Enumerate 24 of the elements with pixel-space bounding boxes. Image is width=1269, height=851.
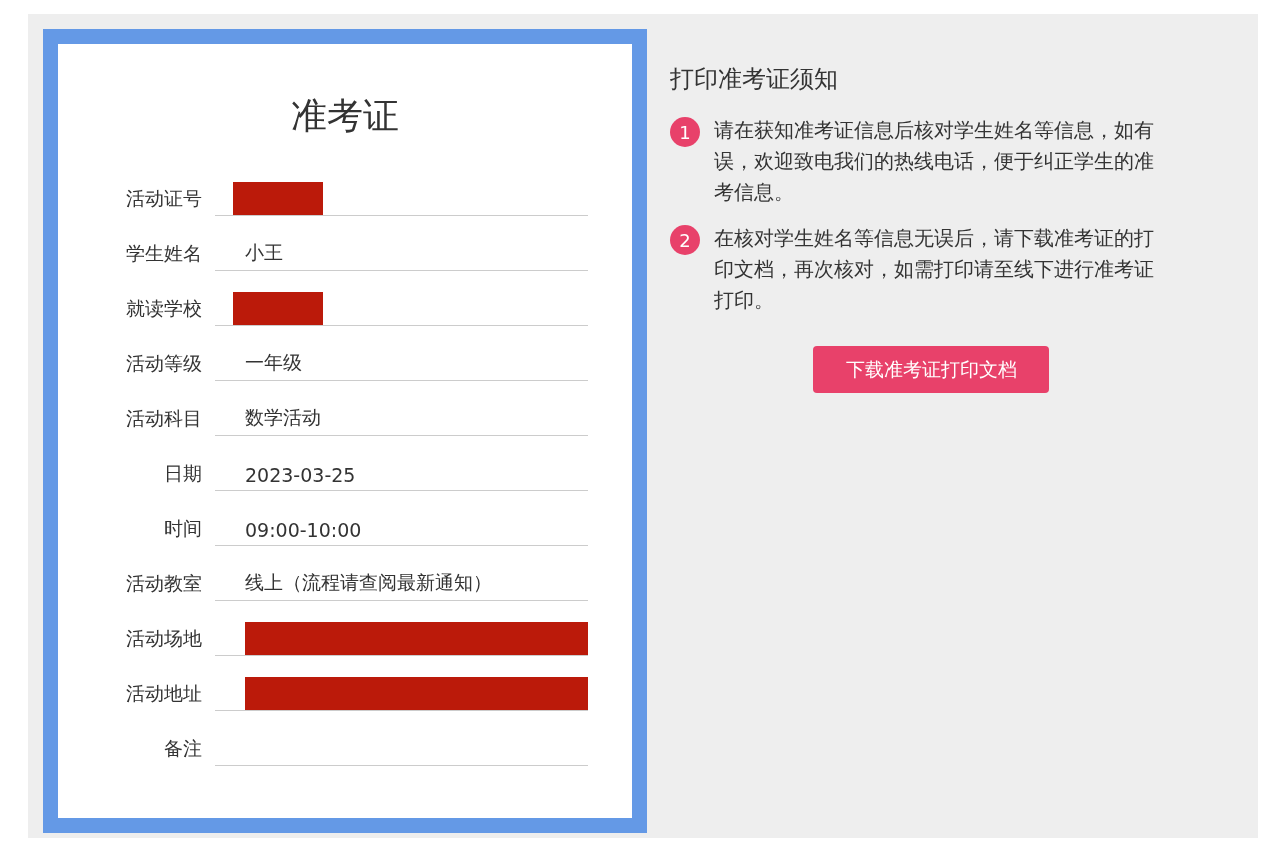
field-value: 09:00-10:00: [245, 519, 362, 543]
number-badge: 2: [670, 225, 700, 255]
field-label: 就读学校: [125, 296, 202, 321]
card-title: 准考证: [290, 94, 400, 138]
field-label: 活动证号: [125, 186, 202, 211]
field-label: 备注: [163, 736, 202, 761]
field-value: 线上（流程请查阅最新通知）: [245, 570, 492, 595]
field-label: 活动场地: [125, 626, 202, 651]
field-value: 2023-03-25: [245, 464, 356, 488]
field-label: 学生姓名: [125, 241, 202, 266]
field-label: 时间: [163, 516, 202, 541]
field-label: 活动地址: [125, 681, 202, 706]
download-button[interactable]: 下载准考证打印文档: [813, 346, 1049, 393]
field-label: 活动科目: [125, 406, 202, 431]
field-label: 活动教室: [125, 571, 202, 596]
notice-text: 在核对学生姓名等信息无误后，请下载准考证的打印文档，再次核对，如需打印请至线下进行准考证打印。: [714, 225, 1155, 314]
field-value: 小王: [245, 240, 283, 265]
field-value: 一年级: [245, 350, 302, 375]
number-badge: 1: [670, 117, 700, 147]
notice-title: 打印准考证须知: [670, 64, 839, 95]
field-label: 活动等级: [125, 351, 202, 376]
field-label: 日期: [163, 461, 202, 486]
field-value: 数学活动: [245, 405, 321, 430]
notice-text: 请在获知准考证信息后核对学生姓名等信息，如有误，欢迎致电我们的热线电话，便于纠正学生的准考信息。: [714, 117, 1155, 206]
